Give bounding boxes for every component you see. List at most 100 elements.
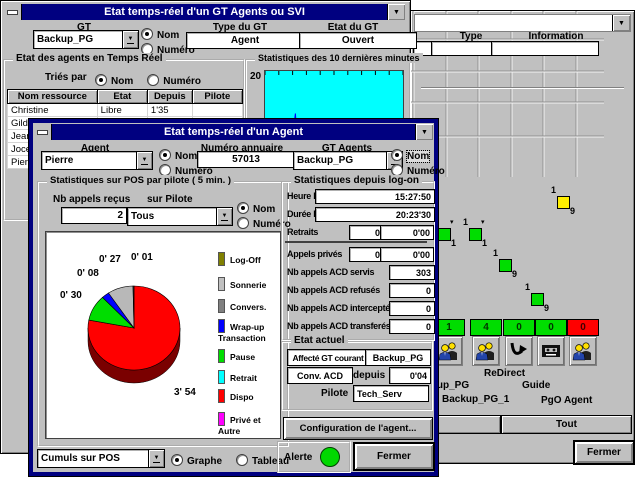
- table-cell: Christine: [8, 104, 98, 117]
- flow-node[interactable]: 1▾1: [469, 228, 482, 241]
- pilots-window-titlebar[interactable]: ▼: [414, 14, 631, 32]
- system-menu-icon[interactable]: [4, 4, 22, 20]
- radio-circle-icon: [159, 149, 171, 161]
- fermer-button[interactable]: Fermer: [353, 442, 435, 471]
- radio-nom[interactable]: Nom: [95, 74, 133, 87]
- gt-combobox[interactable]: Backup_PG ▼: [33, 30, 139, 49]
- radio-graphe[interactable]: Graphe: [171, 454, 222, 467]
- radio-label: Nom: [157, 30, 179, 41]
- pilot-label-pgo-agent[interactable]: PgO Agent: [541, 395, 592, 406]
- dropdown-arrow-icon[interactable]: ▼: [136, 152, 152, 169]
- stat-label: Nb appels ACD transferés: [287, 321, 391, 331]
- flow-node[interactable]: 19: [531, 293, 544, 306]
- legend-swatch-icon: [218, 370, 225, 384]
- agent-combobox-value: Pierre: [42, 155, 136, 166]
- dropdown-arrow-icon[interactable]: ▼: [148, 450, 164, 467]
- window-agent-detail: Etat temps-réel d'un Agent ▼ Agent Pierr…: [28, 118, 439, 477]
- legend-item: Dispo: [218, 389, 276, 403]
- table-header[interactable]: Nom ressource: [8, 90, 98, 104]
- agent-combobox[interactable]: Pierre ▼: [41, 151, 153, 170]
- table-header[interactable]: Pilote: [192, 90, 242, 104]
- radio-circle-icon: [147, 74, 159, 86]
- redirect-icon[interactable]: [505, 336, 533, 366]
- radio-circle-icon: [236, 454, 248, 466]
- stat-label: Retraits: [287, 227, 318, 237]
- sort-radios: Nom Numéro: [95, 71, 215, 89]
- legend-swatch-icon: [218, 319, 225, 333]
- divider: [421, 87, 624, 89]
- minimize-icon[interactable]: ▼: [415, 124, 433, 140]
- pilot-label-redirect[interactable]: ReDirect: [484, 368, 525, 379]
- stat-value: 20:23'30: [315, 207, 435, 222]
- panel-header-tout[interactable]: Tout: [501, 415, 632, 434]
- legend-item: Convers.: [218, 299, 276, 313]
- pie-value-label: 0' 08: [77, 268, 99, 279]
- pilot-counter: 0: [503, 319, 535, 336]
- stat-value: 0: [349, 247, 384, 262]
- sort-label: Triés par: [45, 72, 87, 83]
- flow-node[interactable]: 19: [499, 259, 512, 272]
- pilot-label-guide[interactable]: Guide: [522, 380, 550, 391]
- dropdown-arrow-icon[interactable]: ▼: [216, 208, 232, 225]
- node-count-bottom: 9: [544, 303, 549, 313]
- legend-item: Log-Off: [218, 252, 276, 266]
- flow-node[interactable]: 1▾1: [438, 228, 451, 241]
- radio-label: Graphe: [187, 456, 222, 467]
- node-count-top: 1: [493, 248, 498, 258]
- numero-annuaire-value[interactable]: 57013: [197, 151, 295, 168]
- radio-circle-icon: [171, 454, 183, 466]
- agent-window-title: Etat temps-réel d'un Agent: [164, 126, 303, 138]
- legend-item: Privé et Autre: [218, 412, 276, 436]
- node-count-bottom: 1: [451, 238, 456, 248]
- pilot-counter: 0: [535, 319, 567, 336]
- gt-window-title: Etat temps-réel d'un GT Agents ou SVI: [104, 6, 305, 18]
- minimize-icon[interactable]: ▼: [387, 4, 405, 20]
- depuis-label: depuis: [353, 370, 385, 381]
- pie-value-label: 0' 30: [60, 290, 82, 301]
- desktop: ▼ Type Information Tout Fermer 1▾11▾1191…: [0, 0, 640, 480]
- radio-circle-icon: [95, 74, 107, 86]
- nb-appels-value: 2: [61, 207, 127, 224]
- radio-label: Nom: [253, 204, 275, 215]
- nb-appels-label: Nb appels reçus: [53, 194, 130, 205]
- legend-item: Retrait: [218, 370, 276, 384]
- depuis-value: 0'04: [389, 367, 431, 384]
- flow-node[interactable]: 19: [557, 196, 570, 209]
- stat-value: 15:27:50: [315, 189, 435, 204]
- configuration-agent-button[interactable]: Configuration de l'agent...: [283, 417, 433, 440]
- alerte-label: Alerte: [284, 452, 312, 463]
- agents-icon[interactable]: [472, 336, 500, 366]
- pilote-combobox[interactable]: Tous ▼: [127, 207, 233, 226]
- radio-nom[interactable]: Nom: [391, 149, 445, 164]
- cumuls-combobox[interactable]: Cumuls sur POS ▼: [37, 449, 165, 468]
- pie-chart-area: 3' 540' 300' 080' 270' 01 Log-OffSonneri…: [45, 231, 281, 439]
- gt-window-titlebar[interactable]: Etat temps-réel d'un GT Agents ou SVI ▼: [4, 4, 405, 20]
- guide-icon[interactable]: [537, 336, 565, 366]
- table-header[interactable]: Etat: [97, 90, 147, 104]
- radio-numéro[interactable]: Numéro: [147, 74, 201, 87]
- pilot-field-information: [491, 41, 599, 56]
- agents-icon[interactable]: [569, 336, 597, 366]
- stat-value: 0'00: [380, 247, 434, 262]
- stat-value: 0: [389, 319, 435, 334]
- agent-window-titlebar[interactable]: Etat temps-réel d'un Agent ▼: [34, 124, 433, 140]
- pilot-label-backup-pg-1[interactable]: Backup_PG_1: [442, 394, 509, 405]
- system-menu-icon[interactable]: [34, 124, 52, 140]
- stat-value: 303: [389, 265, 435, 280]
- radio-label: Nom: [407, 151, 429, 162]
- dropdown-arrow-icon[interactable]: ▼: [122, 31, 138, 48]
- minimize-icon[interactable]: ▼: [612, 15, 630, 31]
- node-count-top: 1: [551, 185, 556, 195]
- gt-courant-value: Backup_PG: [365, 349, 431, 366]
- table-row[interactable]: ChristineLibre1'35: [8, 104, 243, 117]
- etat-du-gt-value: Ouvert: [299, 32, 417, 49]
- radio-circle-icon: [391, 149, 403, 161]
- agents-icon[interactable]: [435, 336, 463, 366]
- type-du-gt-value: Agent: [186, 32, 304, 49]
- gt-agents-combobox[interactable]: Backup_PG ▼: [293, 151, 403, 170]
- table-header[interactable]: Depuis: [147, 90, 192, 104]
- legend-swatch-icon: [218, 299, 225, 313]
- pie-value-label: 0' 01: [131, 252, 153, 263]
- node-count-top: 1: [525, 282, 530, 292]
- fermer-button[interactable]: Fermer: [573, 440, 635, 465]
